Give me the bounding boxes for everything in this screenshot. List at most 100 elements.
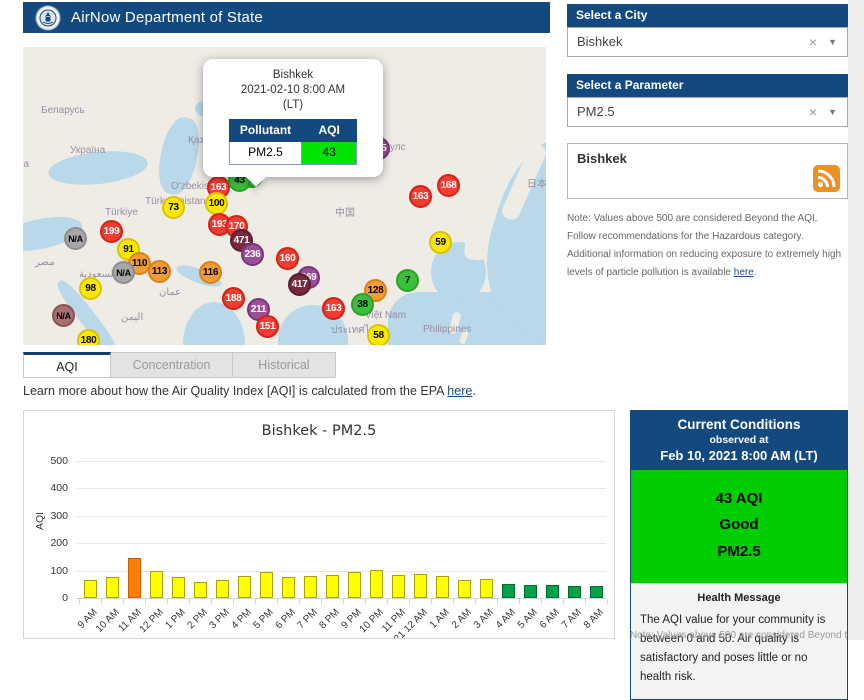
aqi-marker[interactable]: 58 xyxy=(367,324,390,345)
chart-bar[interactable] xyxy=(128,558,141,598)
chart-y-tick-label: 400 xyxy=(28,482,68,494)
observed-datetime: Feb 10, 2021 8:00 AM (LT) xyxy=(635,448,843,463)
chart-bar[interactable] xyxy=(150,571,163,598)
aqi-marker[interactable]: N/A xyxy=(52,304,75,327)
aqi-marker[interactable]: 188 xyxy=(222,287,245,310)
aqi-marker[interactable]: 7 xyxy=(396,269,419,292)
chart-x-tick-mark xyxy=(431,599,432,604)
chart-bar[interactable] xyxy=(238,576,251,598)
city-caret-down-icon[interactable]: ▼ xyxy=(828,28,837,56)
aqi-marker[interactable]: 100 xyxy=(205,192,228,215)
aqi-marker[interactable]: 73 xyxy=(162,196,185,219)
aqi-marker[interactable]: 38 xyxy=(351,293,374,316)
chart-bar[interactable] xyxy=(546,585,559,598)
parameter-caret-down-icon[interactable]: ▼ xyxy=(828,98,837,126)
chart-bar[interactable] xyxy=(106,577,119,598)
map-tooltip: Bishkek 2021-02-10 8:00 AM (LT) Pollutan… xyxy=(203,59,383,177)
map-place-label: Philippines xyxy=(423,324,471,335)
tooltip-datetime: 2021-02-10 8:00 AM xyxy=(209,83,377,98)
chart-x-tick-mark xyxy=(497,599,498,604)
aqi-marker[interactable]: 98 xyxy=(79,277,102,300)
chart-x-tick-mark xyxy=(563,599,564,604)
select-city-header: Select a City xyxy=(567,4,848,27)
map-place-label: România xyxy=(23,159,29,170)
chart-bar[interactable] xyxy=(436,576,449,598)
aqi-marker[interactable]: 163 xyxy=(409,185,432,208)
chart-x-tick-mark xyxy=(475,599,476,604)
map-place-label: عمان xyxy=(159,287,181,298)
chart-bar[interactable] xyxy=(524,585,537,598)
chart-x-tick-mark xyxy=(299,599,300,604)
map-place-label: Беларусь xyxy=(41,105,85,116)
aqi-summary-block: 43 AQI Good PM2.5 xyxy=(631,470,847,583)
epa-info-line: Learn more about how the Air Quality Ind… xyxy=(23,384,476,398)
chart-bar[interactable] xyxy=(194,582,207,598)
chart-bar[interactable] xyxy=(172,577,185,598)
parameter-clear-icon[interactable]: × xyxy=(809,98,817,126)
rss-icon[interactable] xyxy=(813,165,840,192)
chart-bar[interactable] xyxy=(216,580,229,598)
chart-bar[interactable] xyxy=(392,575,405,598)
chart-x-tick-mark xyxy=(101,599,102,604)
health-message-body: The AQI value for your community is betw… xyxy=(640,611,838,687)
tab-historical[interactable]: Historical xyxy=(233,352,336,378)
city-clear-icon[interactable]: × xyxy=(809,28,817,56)
chart-bar[interactable] xyxy=(502,584,515,598)
current-conditions-title: Current Conditions xyxy=(635,417,843,432)
aqi-marker[interactable]: 417 xyxy=(288,273,311,296)
chart-bar[interactable] xyxy=(480,579,493,598)
page-right-gutter xyxy=(848,0,864,640)
tooltip-table: Pollutant AQI PM2.5 43 xyxy=(229,119,357,165)
city-select[interactable]: Bishkek × ▼ xyxy=(567,27,848,57)
aqi-marker[interactable]: 168 xyxy=(437,174,460,197)
chart-x-tick-mark xyxy=(585,599,586,604)
aqi-marker[interactable]: N/A xyxy=(112,261,135,284)
epa-here-link[interactable]: here xyxy=(447,384,472,398)
aqi-marker[interactable]: 180 xyxy=(77,329,100,345)
aqi-marker[interactable]: 151 xyxy=(256,315,279,338)
chart-gridline xyxy=(76,461,606,462)
tab-concentration[interactable]: Concentration xyxy=(111,352,233,378)
health-message-title: Health Message xyxy=(640,592,838,604)
chart-bar[interactable] xyxy=(326,575,339,598)
chart-x-tick-mark xyxy=(189,599,190,604)
aqi-pollutant: PM2.5 xyxy=(631,539,847,565)
chart-x-tick-mark xyxy=(277,599,278,604)
chart-bar[interactable] xyxy=(370,570,383,598)
aqi-marker[interactable]: 163 xyxy=(322,297,345,320)
chart-bar[interactable] xyxy=(348,572,361,598)
aqi-marker[interactable]: 199 xyxy=(100,220,123,243)
aqi-chart: Bishkek - PM2.5 AQI 01002003004005009 AM… xyxy=(23,410,615,639)
clipped-bottom-note: Note: Values above 500 are considered Be… xyxy=(630,630,848,641)
chart-bar[interactable] xyxy=(304,576,317,598)
chart-x-tick-mark xyxy=(519,599,520,604)
aqi-marker[interactable]: N/A xyxy=(64,227,87,250)
chart-bar[interactable] xyxy=(568,586,581,598)
aqi-marker[interactable]: 236 xyxy=(241,243,264,266)
chart-bar[interactable] xyxy=(458,580,471,598)
chart-x-tick-mark xyxy=(255,599,256,604)
current-conditions-panel: Current Conditions observed at Feb 10, 2… xyxy=(630,410,848,700)
chart-bar[interactable] xyxy=(84,580,97,598)
chart-bar[interactable] xyxy=(282,577,295,598)
aqi-map[interactable]: БеларусьУкраїнаRomâniaTürkiyeҚазақстанO'… xyxy=(23,47,546,345)
sidebar-note-period: . xyxy=(754,267,757,278)
chart-bar[interactable] xyxy=(260,572,273,598)
chart-title: Bishkek - PM2.5 xyxy=(24,423,614,439)
chart-bar[interactable] xyxy=(414,574,427,598)
tab-aqi[interactable]: AQI xyxy=(23,352,111,378)
chart-bar[interactable] xyxy=(590,586,603,598)
chart-x-tick-mark xyxy=(607,599,608,604)
sidebar-note-here-link[interactable]: here xyxy=(734,267,754,278)
chart-x-tick-mark xyxy=(145,599,146,604)
parameter-select[interactable]: PM2.5 × ▼ xyxy=(567,97,848,127)
sidebar-note-text: Note: Values above 500 are considered Be… xyxy=(567,213,841,278)
aqi-marker[interactable]: 59 xyxy=(429,231,452,254)
aqi-marker[interactable]: 113 xyxy=(148,260,171,283)
select-parameter-header: Select a Parameter xyxy=(567,74,848,97)
aqi-marker[interactable]: 160 xyxy=(276,247,299,270)
map-place-label: مصر xyxy=(35,257,55,268)
aqi-marker[interactable]: 116 xyxy=(199,261,222,284)
tooltip-aqi-value: 43 xyxy=(302,142,357,165)
chart-x-tick-mark xyxy=(233,599,234,604)
